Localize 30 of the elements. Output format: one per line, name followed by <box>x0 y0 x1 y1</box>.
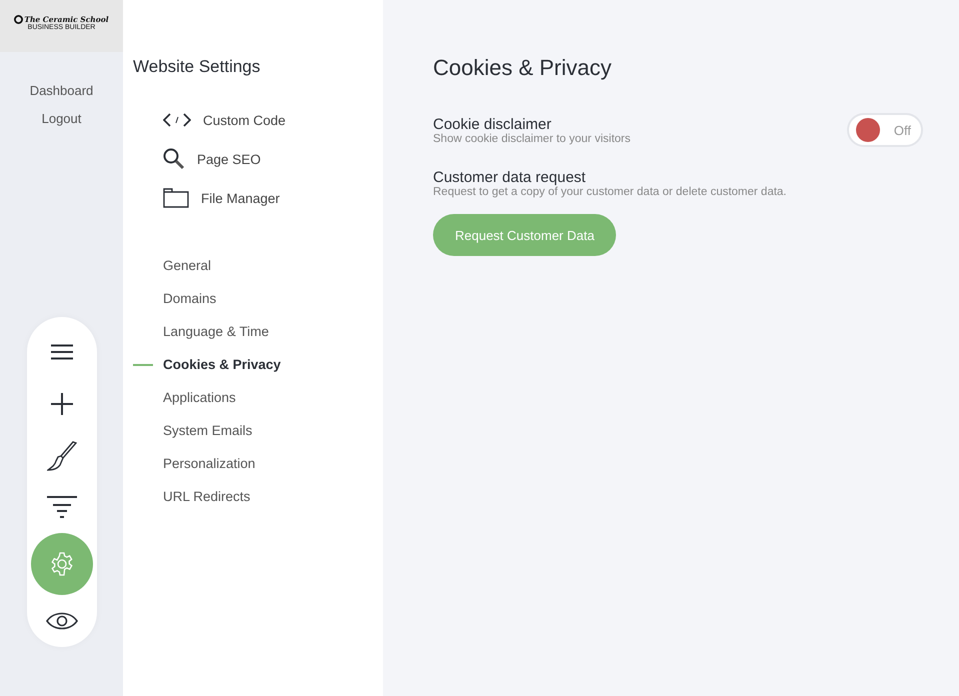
menu-icon <box>50 344 72 360</box>
setting-description: Request to get a copy of your customer data or delete customer data. <box>433 186 788 198</box>
section-link[interactable]: Personalization <box>163 454 256 472</box>
eye-icon <box>46 611 78 632</box>
section-link[interactable]: Applications <box>163 388 236 406</box>
logo-mark-icon <box>14 15 24 24</box>
selection-indicator <box>133 364 153 366</box>
section-link[interactable]: URL Redirects <box>163 488 250 506</box>
setting-description: Show cookie disclaimer to your visitors <box>433 132 630 144</box>
plus-icon <box>50 392 72 415</box>
filter-icon <box>46 496 76 518</box>
section-link[interactable]: General <box>163 256 212 274</box>
search-icon <box>163 148 185 170</box>
setting-label: Cookie disclaimer <box>433 116 552 132</box>
tool-link[interactable]: Page SEO <box>163 146 383 172</box>
setting-label: Customer data request <box>433 169 587 186</box>
tool-link[interactable]: Custom Code <box>163 107 383 133</box>
nav-link[interactable]: Logout <box>42 109 82 129</box>
code-icon <box>163 113 191 127</box>
nav-link[interactable]: Dashboard <box>30 81 94 101</box>
panel-title: Website Settings <box>133 57 262 77</box>
section-link[interactable]: System Emails <box>163 422 252 440</box>
gear-icon <box>50 552 74 576</box>
paintbrush-icon <box>46 440 76 471</box>
folder-icon <box>163 188 189 208</box>
section-link[interactable]: Language & Time <box>163 322 269 340</box>
tool-link[interactable]: File Manager <box>163 185 383 211</box>
section-link[interactable]: Domains <box>163 290 216 308</box>
section-link[interactable]: Cookies & Privacy <box>163 356 281 374</box>
page-title: Cookies & Privacy <box>433 55 613 81</box>
